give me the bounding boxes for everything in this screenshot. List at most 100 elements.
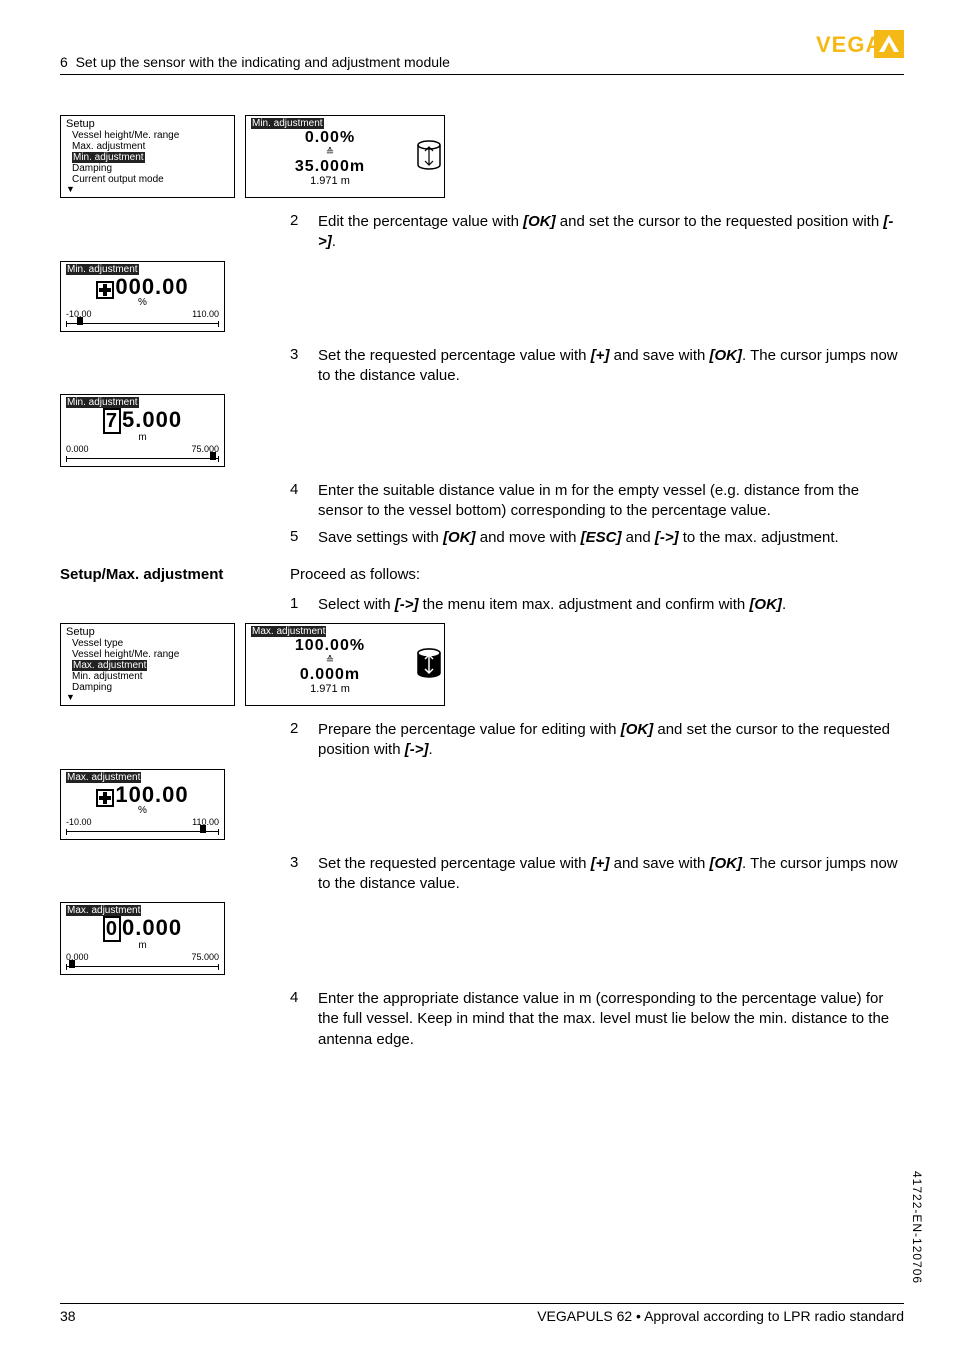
max-pct: 100.00% xyxy=(251,637,409,655)
step-text: Save settings with [OK] and move with [E… xyxy=(318,528,904,548)
value-rest: 0.000 xyxy=(122,915,182,940)
tank-full-icon xyxy=(414,624,444,705)
unit: % xyxy=(66,805,219,816)
page: VEGA 6 Set up the sensor with the indica… xyxy=(0,0,954,1354)
ruler-marker-icon xyxy=(77,317,83,325)
menu-item: Min. adjustment xyxy=(72,671,229,682)
max-dist: 0.000m xyxy=(251,666,409,684)
screen-min-val-edit: Min. adjustment 75.000 m 0.000 75.000 xyxy=(60,394,225,467)
unit: % xyxy=(66,297,219,308)
screen-max-val-edit: Max. adjustment 00.000 m 0.000 75.000 xyxy=(60,902,225,975)
step-text: Set the requested percentage value with … xyxy=(318,854,904,895)
key-ok: [OK] xyxy=(523,213,556,230)
key-next: [->] xyxy=(405,741,429,758)
unit: m xyxy=(66,940,219,951)
value: 000.00 xyxy=(115,274,188,299)
setup-min-screens: Setup Vessel height/Me. range Max. adjus… xyxy=(60,115,904,198)
lo: -10.00 xyxy=(66,818,92,828)
equiv-icon: ≙ xyxy=(251,655,409,666)
menu-item-selected: Min. adjustment xyxy=(72,152,145,163)
t: Set the requested percentage value with xyxy=(318,855,591,872)
page-header: 6 Set up the sensor with the indicating … xyxy=(60,40,904,75)
cursor-plus-icon xyxy=(96,782,115,807)
t: Save settings with xyxy=(318,529,443,546)
t: and move with xyxy=(476,529,581,546)
max-pct-edit-row: Max. adjustment 100.00 % -10.00 110.00 xyxy=(60,769,904,840)
key-ok: [OK] xyxy=(749,596,782,613)
step-num: 3 xyxy=(290,854,318,895)
screen-setup-1: Setup Vessel height/Me. range Max. adjus… xyxy=(60,115,235,198)
cursor-digit: 7 xyxy=(103,408,121,434)
page-footer: 38 VEGAPULS 62 • Approval according to L… xyxy=(60,1303,904,1324)
svg-text:VEGA: VEGA xyxy=(816,32,882,57)
max-step-1: 1 Select with [->] the menu item max. ad… xyxy=(290,595,904,615)
menu-item: Max. adjustment xyxy=(72,141,229,152)
menu-item: Vessel height/Me. range xyxy=(72,130,229,141)
key-plus: [+] xyxy=(591,347,610,364)
proceed-text: Proceed as follows: xyxy=(290,566,904,583)
key-plus: [+] xyxy=(591,855,610,872)
header-section: 6 Set up the sensor with the indicating … xyxy=(60,54,450,70)
ruler-icon xyxy=(66,456,219,462)
key-ok: [OK] xyxy=(621,721,654,738)
scroll-down-icon: ▼ xyxy=(66,693,229,701)
screen-setup-2: Setup Vessel type Vessel height/Me. rang… xyxy=(60,623,235,706)
min-pct-edit-row: Min. adjustment 000.00 % -10.00 110.00 xyxy=(60,261,904,332)
screen-max-pct-edit: Max. adjustment 100.00 % -10.00 110.00 xyxy=(60,769,225,840)
cursor-digit: 0 xyxy=(103,916,121,942)
step-num: 1 xyxy=(290,595,318,615)
section-max: Setup/Max. adjustment Proceed as follows… xyxy=(60,566,904,583)
min-pct: 0.00% xyxy=(251,129,409,147)
step-text: Prepare the percentage value for editing… xyxy=(318,720,904,761)
page-number: 38 xyxy=(60,1308,76,1324)
step-num: 2 xyxy=(290,212,318,253)
step-num: 4 xyxy=(290,989,318,1050)
t: and xyxy=(621,529,654,546)
hi: 110.00 xyxy=(192,310,219,320)
header-title-text: Set up the sensor with the indicating an… xyxy=(76,54,450,70)
t: Set the requested percentage value with xyxy=(318,347,591,364)
menu-item: Damping xyxy=(72,682,229,693)
step-text: Edit the percentage value with [OK] and … xyxy=(318,212,904,253)
unit: m xyxy=(66,432,219,443)
value-rest: 5.000 xyxy=(122,407,182,432)
ruler-marker-icon xyxy=(200,825,206,833)
step-num: 2 xyxy=(290,720,318,761)
hi: 75.000 xyxy=(191,953,219,963)
t: Edit the percentage value with xyxy=(318,213,523,230)
t: and save with xyxy=(609,855,709,872)
ruler-marker-icon xyxy=(210,452,216,460)
screen-title: Setup xyxy=(66,118,229,130)
step-text: Enter the suitable distance value in m f… xyxy=(318,481,904,522)
footer-product: VEGAPULS 62 • Approval according to LPR … xyxy=(537,1308,904,1324)
max-step-3: 3 Set the requested percentage value wit… xyxy=(290,854,904,895)
screen-title: Setup xyxy=(66,626,229,638)
step-num: 4 xyxy=(290,481,318,522)
t: to the max. adjustment. xyxy=(679,529,839,546)
screen-title: Max. adjustment xyxy=(251,626,326,637)
tank-empty-icon xyxy=(414,116,444,197)
document-code: 41722-EN-120706 xyxy=(910,1171,924,1284)
max-sub: 1.971 m xyxy=(251,683,409,695)
menu-item: Current output mode xyxy=(72,174,229,185)
ruler-icon xyxy=(66,829,219,835)
step-3: 3 Set the requested percentage value wit… xyxy=(290,346,904,387)
max-step-4: 4 Enter the appropriate distance value i… xyxy=(290,989,904,1050)
key-next: [->] xyxy=(655,529,679,546)
section-heading: Setup/Max. adjustment xyxy=(60,566,223,583)
ruler-icon xyxy=(66,964,219,970)
step-2: 2 Edit the percentage value with [OK] an… xyxy=(290,212,904,253)
screen-max-view: Max. adjustment 100.00% ≙ 0.000m 1.971 m xyxy=(245,623,445,706)
step-text: Select with [->] the menu item max. adju… xyxy=(318,595,904,615)
scroll-down-icon: ▼ xyxy=(66,185,229,193)
max-step-2: 2 Prepare the percentage value for editi… xyxy=(290,720,904,761)
t: and set the cursor to the requested posi… xyxy=(556,213,884,230)
min-dist: 35.000m xyxy=(251,158,409,176)
key-esc: [ESC] xyxy=(581,529,622,546)
step-4: 4 Enter the suitable distance value in m… xyxy=(290,481,904,522)
t: Prepare the percentage value for editing… xyxy=(318,721,621,738)
step-num: 3 xyxy=(290,346,318,387)
min-val-edit-row: Min. adjustment 75.000 m 0.000 75.000 xyxy=(60,394,904,467)
setup-max-screens: Setup Vessel type Vessel height/Me. rang… xyxy=(60,623,904,706)
t: Select with xyxy=(318,596,395,613)
